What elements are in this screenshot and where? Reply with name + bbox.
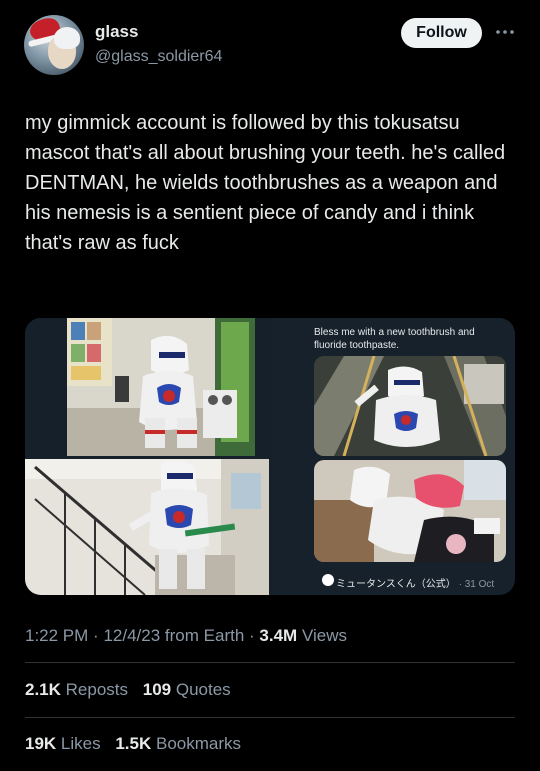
quoted-post[interactable] (272, 318, 515, 595)
quotes-link[interactable]: 109 Quotes (143, 680, 231, 699)
tweet-header: glass @glass_soldier64 Follow (0, 0, 540, 90)
photo-1[interactable] (25, 318, 269, 456)
quoted-text: Bless me with a new toothbrush and fluor… (314, 327, 475, 351)
display-name[interactable]: glass (95, 22, 138, 42)
photo-2[interactable] (25, 459, 269, 595)
engagement-row-2: 19K Likes 1.5K Bookmarks (25, 734, 251, 754)
divider (25, 717, 515, 718)
quoted-meta: ミュータンスくん（公式） · 31 Oct (336, 579, 495, 590)
follow-button[interactable]: Follow (401, 18, 482, 48)
quoted-photo-1 (314, 356, 506, 456)
quoted-photo-2 (314, 460, 506, 562)
engagement-row-1: 2.1K Reposts 109 Quotes (25, 680, 241, 700)
avatar[interactable] (24, 15, 84, 75)
more-horizontal-icon[interactable] (494, 22, 516, 42)
tweet-source: from Earth (164, 626, 245, 645)
media-grid: Bless me with a new toothbrush and fluor… (25, 318, 515, 595)
tweet-text: my gimmick account is followed by this t… (25, 112, 506, 254)
reposts-link[interactable]: 2.1K Reposts (25, 680, 128, 699)
views-label: Views (301, 626, 347, 645)
bookmarks-link[interactable]: 1.5K Bookmarks (115, 734, 241, 753)
tweet-date[interactable]: 12/4/23 (103, 626, 160, 645)
handle[interactable]: @glass_soldier64 (95, 48, 222, 66)
tweet-time[interactable]: 1:22 PM (25, 626, 88, 645)
views-count: 3.4M (259, 626, 298, 645)
likes-link[interactable]: 19K Likes (25, 734, 101, 753)
quoted-author: ミュータンスくん（公式） (336, 579, 456, 590)
divider (25, 662, 515, 663)
tweet-meta: 1:22 PM · 12/4/23 from Earth · 3.4M View… (25, 626, 347, 645)
quoted-date: 31 Oct (464, 579, 495, 590)
